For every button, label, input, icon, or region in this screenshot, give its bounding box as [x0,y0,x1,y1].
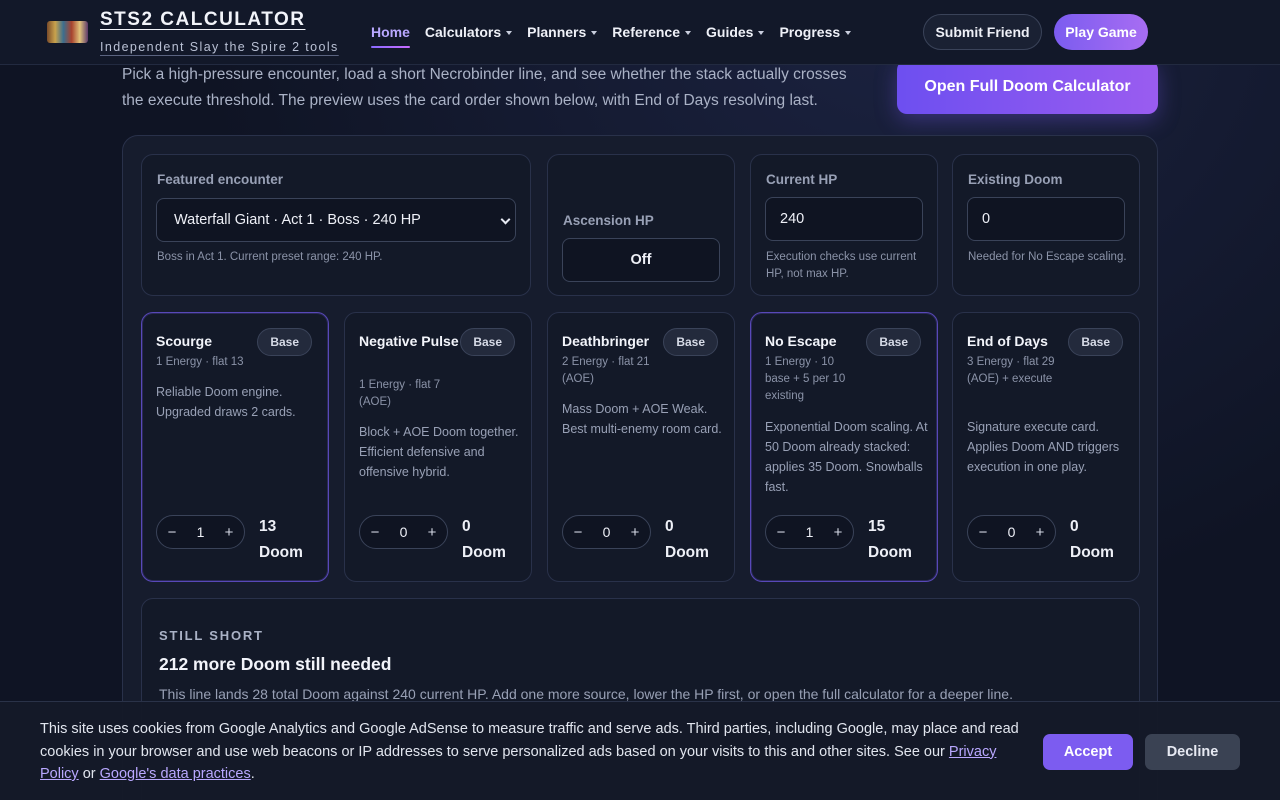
chevron-down-icon [758,31,765,35]
existing-doom-label: Existing Doom [968,172,1063,187]
card-doom-output: 13 Doom [259,518,303,561]
current-hp-label: Current HP [766,172,838,187]
decrement-button[interactable]: − [165,524,179,541]
result-status: STILL SHORT [159,628,264,643]
card-tile-end-of-days: End of Days Base 3 Energy · flat 29 (AOE… [952,312,1140,582]
increment-button[interactable]: + [1033,524,1047,541]
google-data-practices-link[interactable]: Google's data practices [100,766,251,782]
card-meta: 1 Energy · 10 base + 5 per 10 existing [765,356,846,402]
encounter-select-value: Waterfall Giant · Act 1 · Boss · 240 HP [174,212,421,228]
card-name: No Escape [765,333,837,349]
card-name: End of Days [967,333,1048,349]
ascension-card: Ascension HP Off [547,154,735,296]
card-doom-output: 15 Doom [868,518,912,561]
main-nav: Home Calculators Planners Reference Guid… [371,24,852,48]
card-description: Signature execute card. Applies Doom AND… [967,420,1120,474]
increment-button[interactable]: + [222,524,236,541]
card-doom-output: 0 Doom [665,518,709,561]
brand-title[interactable]: STS2 CALCULATOR [100,9,339,31]
nav-home[interactable]: Home [371,24,410,48]
nav-reference[interactable]: Reference [612,24,691,40]
card-count-stepper: − 0 + [967,515,1056,549]
card-variant-badge[interactable]: Base [257,328,312,356]
chevron-down-icon [500,214,511,225]
nav-calculators[interactable]: Calculators [425,24,513,40]
card-variant-badge[interactable]: Base [460,328,515,356]
card-count[interactable]: 0 [1008,524,1016,540]
brand[interactable]: STS2 CALCULATOR Independent Slay the Spi… [100,9,339,54]
decrement-button[interactable]: − [571,524,585,541]
chevron-down-icon [506,31,513,35]
card-description: Mass Doom + AOE Weak. Best multi-enemy r… [562,402,722,436]
card-meta: 1 Energy · flat 7 (AOE) [359,379,441,408]
encounter-card: Featured encounter Waterfall Giant · Act… [141,154,531,296]
top-navigation: STS2 CALCULATOR Independent Slay the Spi… [0,0,1280,65]
card-description: Exponential Doom scaling. At 50 Doom alr… [765,420,928,494]
play-game-button[interactable]: Play Game [1054,14,1148,50]
card-description: Block + AOE Doom together. Efficient def… [359,425,519,479]
card-tile-negative-pulse: Negative Pulse Base 1 Energy · flat 7 (A… [344,312,532,582]
existing-doom-help: Needed for No Escape scaling. [968,251,1127,263]
card-doom-output: 0 Doom [1070,518,1114,561]
intro-text: Pick a high-pressure encounter, load a s… [122,66,847,109]
chevron-down-icon [591,31,598,35]
increment-button[interactable]: + [628,524,642,541]
card-variant-badge[interactable]: Base [1068,328,1123,356]
card-name: Deathbringer [562,333,650,349]
decrement-button[interactable]: − [368,524,382,541]
card-meta: 2 Energy · flat 21 (AOE) [562,356,650,385]
card-variant-badge[interactable]: Base [663,328,718,356]
open-full-calculator-button[interactable]: Open Full Doom Calculator [897,60,1158,114]
cookie-text: This site uses cookies from Google Analy… [40,721,1019,782]
nav-progress[interactable]: Progress [779,24,852,40]
increment-button[interactable]: + [425,524,439,541]
card-count[interactable]: 0 [400,524,408,540]
card-count-stepper: − 0 + [562,515,651,549]
decrement-button[interactable]: − [774,524,788,541]
increment-button[interactable]: + [831,524,845,541]
card-tile-no-escape: No Escape Base 1 Energy · 10 base + 5 pe… [750,312,938,582]
existing-doom-card: Existing Doom 0 Needed for No Escape sca… [952,154,1140,296]
brand-subtitle[interactable]: Independent Slay the Spire 2 tools [100,40,339,54]
card-variant-badge[interactable]: Base [866,328,921,356]
card-count[interactable]: 1 [197,524,205,540]
nav-guides[interactable]: Guides [706,24,765,40]
encounter-label: Featured encounter [157,172,284,187]
current-hp-help: Execution checks use current HP, not max… [766,251,917,280]
current-hp-input[interactable]: 240 [765,197,923,241]
result-detail: This line lands 28 total Doom against 24… [159,686,1013,702]
card-name: Scourge [156,333,213,349]
card-tile-deathbringer: Deathbringer Base 2 Energy · flat 21 (AO… [547,312,735,582]
encounter-help: Boss in Act 1. Current preset range: 240… [157,251,383,263]
card-meta: 1 Energy · flat 13 [156,356,244,368]
logo-image[interactable] [47,21,88,43]
result-title: 212 more Doom still needed [159,654,392,674]
card-count-stepper: − 1 + [765,515,854,549]
card-count-stepper: − 0 + [359,515,448,549]
chevron-down-icon [685,31,691,35]
ascension-label: Ascension HP [563,213,654,228]
decline-cookies-button[interactable]: Decline [1145,734,1240,770]
accept-cookies-button[interactable]: Accept [1043,734,1133,770]
encounter-select[interactable]: Waterfall Giant · Act 1 · Boss · 240 HP [156,198,516,242]
card-doom-output: 0 Doom [462,518,506,561]
card-tile-scourge: Scourge Base 1 Energy · flat 13 Reliable… [141,312,329,582]
card-count[interactable]: 0 [603,524,611,540]
ascension-toggle[interactable]: Off [562,238,720,282]
card-meta: 3 Energy · flat 29 (AOE) + execute [967,356,1055,385]
card-count[interactable]: 1 [806,524,814,540]
card-description: Reliable Doom engine. Upgraded draws 2 c… [156,385,296,419]
decrement-button[interactable]: − [976,524,990,541]
nav-planners[interactable]: Planners [527,24,598,40]
card-count-stepper: − 1 + [156,515,245,549]
existing-doom-input[interactable]: 0 [967,197,1125,241]
cookie-banner: This site uses cookies from Google Analy… [0,701,1280,800]
card-name: Negative Pulse [359,333,459,349]
current-hp-card: Current HP 240 Execution checks use curr… [750,154,938,296]
submit-friend-button[interactable]: Submit Friend [923,14,1042,50]
chevron-down-icon [845,31,852,35]
